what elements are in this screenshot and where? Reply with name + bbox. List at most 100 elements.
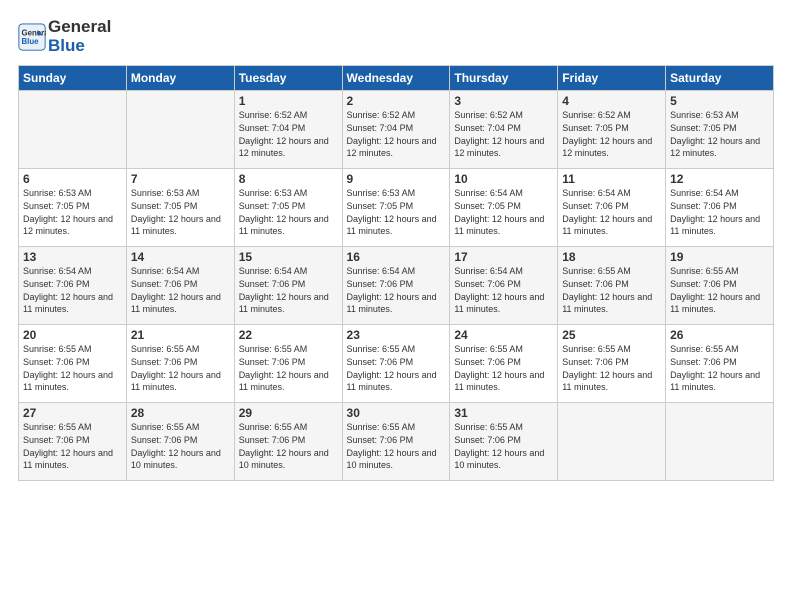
day-info: Sunrise: 6:55 AMSunset: 7:06 PMDaylight:… — [454, 343, 553, 393]
day-number: 7 — [131, 172, 230, 186]
day-info: Sunrise: 6:55 AMSunset: 7:06 PMDaylight:… — [670, 265, 769, 315]
day-number: 22 — [239, 328, 338, 342]
day-info: Sunrise: 6:52 AMSunset: 7:04 PMDaylight:… — [347, 109, 446, 159]
calendar-cell: 8 Sunrise: 6:53 AMSunset: 7:05 PMDayligh… — [234, 169, 342, 247]
calendar-cell: 17 Sunrise: 6:54 AMSunset: 7:06 PMDaylig… — [450, 247, 558, 325]
day-number: 30 — [347, 406, 446, 420]
day-number: 19 — [670, 250, 769, 264]
day-number: 14 — [131, 250, 230, 264]
day-info: Sunrise: 6:55 AMSunset: 7:06 PMDaylight:… — [23, 421, 122, 471]
calendar-cell: 4 Sunrise: 6:52 AMSunset: 7:05 PMDayligh… — [558, 91, 666, 169]
day-number: 24 — [454, 328, 553, 342]
calendar-week-row: 27 Sunrise: 6:55 AMSunset: 7:06 PMDaylig… — [19, 403, 774, 481]
svg-text:General: General — [22, 28, 47, 37]
calendar-table: SundayMondayTuesdayWednesdayThursdayFrid… — [18, 65, 774, 481]
logo-text: GeneralBlue — [48, 18, 111, 55]
day-number: 23 — [347, 328, 446, 342]
day-number: 5 — [670, 94, 769, 108]
day-number: 3 — [454, 94, 553, 108]
day-info: Sunrise: 6:55 AMSunset: 7:06 PMDaylight:… — [454, 421, 553, 471]
day-info: Sunrise: 6:53 AMSunset: 7:05 PMDaylight:… — [23, 187, 122, 237]
calendar-cell: 6 Sunrise: 6:53 AMSunset: 7:05 PMDayligh… — [19, 169, 127, 247]
calendar-cell: 7 Sunrise: 6:53 AMSunset: 7:05 PMDayligh… — [126, 169, 234, 247]
calendar-cell: 9 Sunrise: 6:53 AMSunset: 7:05 PMDayligh… — [342, 169, 450, 247]
calendar-cell — [19, 91, 127, 169]
day-info: Sunrise: 6:55 AMSunset: 7:06 PMDaylight:… — [131, 343, 230, 393]
day-info: Sunrise: 6:53 AMSunset: 7:05 PMDaylight:… — [347, 187, 446, 237]
day-number: 31 — [454, 406, 553, 420]
day-info: Sunrise: 6:54 AMSunset: 7:06 PMDaylight:… — [670, 187, 769, 237]
day-number: 18 — [562, 250, 661, 264]
calendar-cell: 10 Sunrise: 6:54 AMSunset: 7:05 PMDaylig… — [450, 169, 558, 247]
day-number: 10 — [454, 172, 553, 186]
calendar-cell: 5 Sunrise: 6:53 AMSunset: 7:05 PMDayligh… — [666, 91, 774, 169]
weekday-header-thursday: Thursday — [450, 66, 558, 91]
day-number: 9 — [347, 172, 446, 186]
day-info: Sunrise: 6:54 AMSunset: 7:05 PMDaylight:… — [454, 187, 553, 237]
weekday-header-sunday: Sunday — [19, 66, 127, 91]
day-info: Sunrise: 6:54 AMSunset: 7:06 PMDaylight:… — [23, 265, 122, 315]
day-number: 11 — [562, 172, 661, 186]
day-number: 2 — [347, 94, 446, 108]
calendar-page: General Blue GeneralBlue SundayMondayTue… — [0, 0, 792, 612]
calendar-cell — [126, 91, 234, 169]
calendar-cell: 3 Sunrise: 6:52 AMSunset: 7:04 PMDayligh… — [450, 91, 558, 169]
weekday-header-tuesday: Tuesday — [234, 66, 342, 91]
day-info: Sunrise: 6:55 AMSunset: 7:06 PMDaylight:… — [131, 421, 230, 471]
day-info: Sunrise: 6:54 AMSunset: 7:06 PMDaylight:… — [454, 265, 553, 315]
calendar-cell: 31 Sunrise: 6:55 AMSunset: 7:06 PMDaylig… — [450, 403, 558, 481]
day-info: Sunrise: 6:55 AMSunset: 7:06 PMDaylight:… — [239, 421, 338, 471]
calendar-week-row: 1 Sunrise: 6:52 AMSunset: 7:04 PMDayligh… — [19, 91, 774, 169]
day-number: 21 — [131, 328, 230, 342]
weekday-header-friday: Friday — [558, 66, 666, 91]
day-number: 26 — [670, 328, 769, 342]
day-info: Sunrise: 6:55 AMSunset: 7:06 PMDaylight:… — [239, 343, 338, 393]
calendar-cell: 18 Sunrise: 6:55 AMSunset: 7:06 PMDaylig… — [558, 247, 666, 325]
calendar-cell: 20 Sunrise: 6:55 AMSunset: 7:06 PMDaylig… — [19, 325, 127, 403]
day-number: 28 — [131, 406, 230, 420]
day-info: Sunrise: 6:53 AMSunset: 7:05 PMDaylight:… — [239, 187, 338, 237]
day-number: 13 — [23, 250, 122, 264]
day-info: Sunrise: 6:54 AMSunset: 7:06 PMDaylight:… — [131, 265, 230, 315]
calendar-cell: 21 Sunrise: 6:55 AMSunset: 7:06 PMDaylig… — [126, 325, 234, 403]
day-number: 27 — [23, 406, 122, 420]
calendar-cell: 30 Sunrise: 6:55 AMSunset: 7:06 PMDaylig… — [342, 403, 450, 481]
day-info: Sunrise: 6:55 AMSunset: 7:06 PMDaylight:… — [562, 343, 661, 393]
day-number: 25 — [562, 328, 661, 342]
day-info: Sunrise: 6:52 AMSunset: 7:05 PMDaylight:… — [562, 109, 661, 159]
weekday-header-wednesday: Wednesday — [342, 66, 450, 91]
calendar-cell: 19 Sunrise: 6:55 AMSunset: 7:06 PMDaylig… — [666, 247, 774, 325]
calendar-cell — [666, 403, 774, 481]
day-info: Sunrise: 6:55 AMSunset: 7:06 PMDaylight:… — [23, 343, 122, 393]
calendar-cell: 25 Sunrise: 6:55 AMSunset: 7:06 PMDaylig… — [558, 325, 666, 403]
day-info: Sunrise: 6:53 AMSunset: 7:05 PMDaylight:… — [670, 109, 769, 159]
calendar-cell: 28 Sunrise: 6:55 AMSunset: 7:06 PMDaylig… — [126, 403, 234, 481]
calendar-cell: 15 Sunrise: 6:54 AMSunset: 7:06 PMDaylig… — [234, 247, 342, 325]
calendar-cell: 1 Sunrise: 6:52 AMSunset: 7:04 PMDayligh… — [234, 91, 342, 169]
calendar-cell: 26 Sunrise: 6:55 AMSunset: 7:06 PMDaylig… — [666, 325, 774, 403]
day-info: Sunrise: 6:54 AMSunset: 7:06 PMDaylight:… — [562, 187, 661, 237]
calendar-cell: 13 Sunrise: 6:54 AMSunset: 7:06 PMDaylig… — [19, 247, 127, 325]
calendar-cell: 29 Sunrise: 6:55 AMSunset: 7:06 PMDaylig… — [234, 403, 342, 481]
calendar-cell: 11 Sunrise: 6:54 AMSunset: 7:06 PMDaylig… — [558, 169, 666, 247]
day-number: 1 — [239, 94, 338, 108]
day-number: 8 — [239, 172, 338, 186]
calendar-cell: 2 Sunrise: 6:52 AMSunset: 7:04 PMDayligh… — [342, 91, 450, 169]
weekday-header-row: SundayMondayTuesdayWednesdayThursdayFrid… — [19, 66, 774, 91]
calendar-week-row: 13 Sunrise: 6:54 AMSunset: 7:06 PMDaylig… — [19, 247, 774, 325]
day-info: Sunrise: 6:55 AMSunset: 7:06 PMDaylight:… — [347, 421, 446, 471]
calendar-cell: 22 Sunrise: 6:55 AMSunset: 7:06 PMDaylig… — [234, 325, 342, 403]
calendar-week-row: 20 Sunrise: 6:55 AMSunset: 7:06 PMDaylig… — [19, 325, 774, 403]
header: General Blue GeneralBlue — [18, 18, 774, 55]
svg-text:Blue: Blue — [22, 37, 40, 46]
logo: General Blue GeneralBlue — [18, 18, 111, 55]
day-info: Sunrise: 6:52 AMSunset: 7:04 PMDaylight:… — [239, 109, 338, 159]
day-info: Sunrise: 6:54 AMSunset: 7:06 PMDaylight:… — [347, 265, 446, 315]
day-number: 6 — [23, 172, 122, 186]
calendar-cell: 16 Sunrise: 6:54 AMSunset: 7:06 PMDaylig… — [342, 247, 450, 325]
calendar-cell: 24 Sunrise: 6:55 AMSunset: 7:06 PMDaylig… — [450, 325, 558, 403]
day-info: Sunrise: 6:53 AMSunset: 7:05 PMDaylight:… — [131, 187, 230, 237]
weekday-header-saturday: Saturday — [666, 66, 774, 91]
day-number: 17 — [454, 250, 553, 264]
day-number: 15 — [239, 250, 338, 264]
